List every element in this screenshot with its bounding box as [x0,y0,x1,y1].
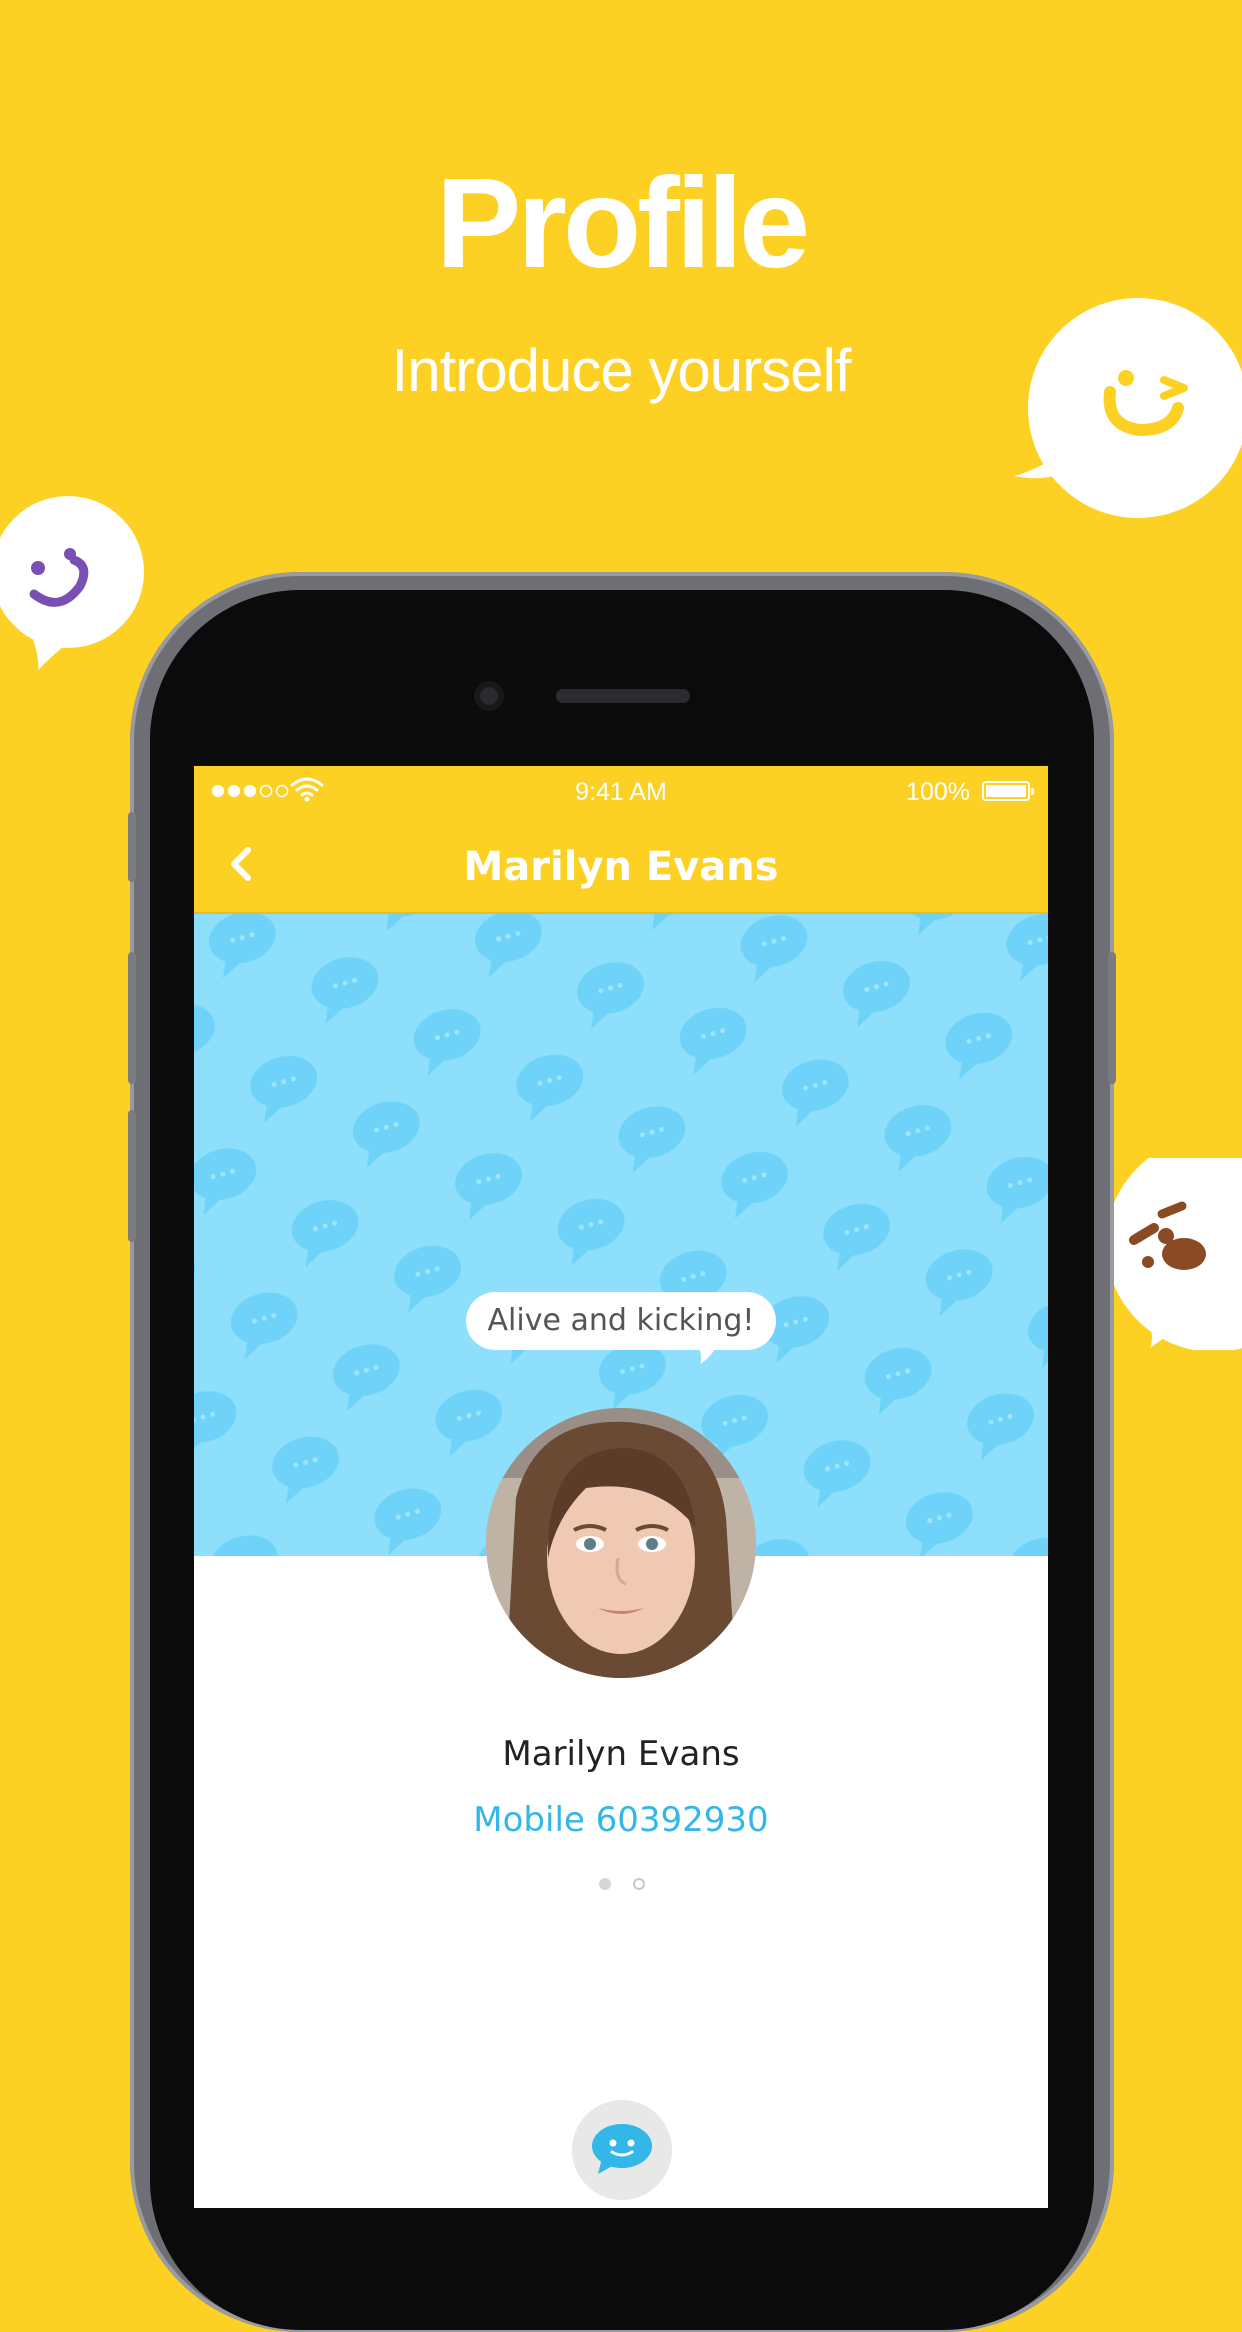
chat-bubble-icon [592,2124,652,2174]
phone-power-button [1108,952,1116,1084]
battery-icon [982,781,1034,801]
phone-screen: 9:41 AM 100% Marilyn Evans Alive and kic… [194,766,1048,2208]
status-message-bubble: Alive and kicking! [466,1292,776,1350]
surprised-emoji-bubble-icon [1106,1158,1242,1350]
page-indicator-dot[interactable] [633,1878,645,1890]
status-bar: 9:41 AM 100% [194,766,1048,816]
page-indicator-dot-active[interactable] [599,1878,611,1890]
phone-mute-switch [128,812,136,882]
status-bubble-tail [694,1340,718,1364]
chat-button[interactable] [572,2100,672,2200]
wink-emoji-bubble-icon [1014,298,1242,518]
battery-percent: 100% [906,778,970,806]
profile-phone-link[interactable]: Mobile 60392930 [194,1800,1048,1840]
profile-name: Marilyn Evans [502,1734,740,1774]
navigation-bar: Marilyn Evans [194,816,1048,914]
nav-title: Marilyn Evans [463,844,779,890]
front-camera [474,681,504,711]
hero-title: Profile [435,152,810,295]
earpiece-speaker [556,689,690,703]
phone-volume-down [128,1110,136,1242]
avatar-photo [486,1408,756,1678]
avatar[interactable] [486,1408,756,1678]
smile-emoji-bubble-icon [0,496,144,670]
phone-volume-up [128,952,136,1084]
